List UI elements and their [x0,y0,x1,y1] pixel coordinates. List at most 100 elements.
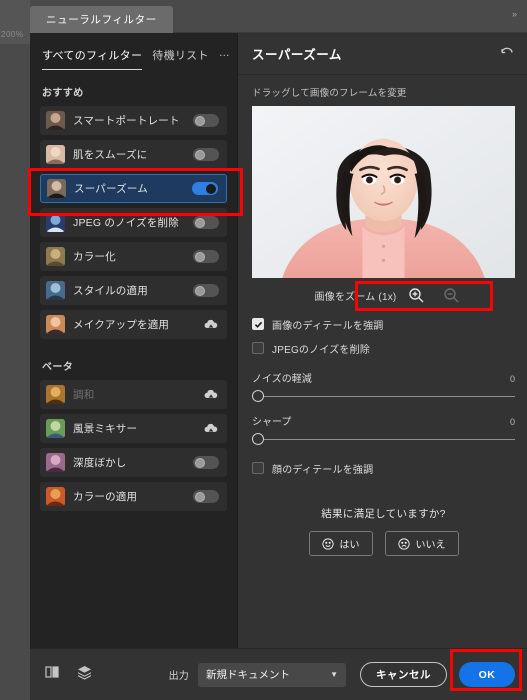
color-transfer-thumb [46,487,65,506]
filter-toggle[interactable] [193,216,219,229]
cloud-download-icon[interactable] [203,422,219,436]
page-title: スーパーズーム [252,48,342,62]
filter-row-control [193,456,219,469]
filter-settings-header: スーパーズーム [238,33,527,75]
filter-row[interactable]: 調和 [40,380,227,409]
zoom-controls-row: 画像をズーム (1x) [252,278,515,312]
feedback-section: 結果に満足していますか? はい いいえ [252,506,515,556]
feedback-no-button[interactable]: いいえ [384,531,459,556]
panel-footer: 出力 新規ドキュメント ▼ キャンセル OK [30,648,527,700]
filter-row[interactable]: スタイルの適用 [40,276,227,305]
slider-thumb[interactable] [252,433,264,445]
slider-value: 0 [509,417,515,427]
filter-row[interactable]: カラー化 [40,242,227,271]
zoom-image-label: 画像をズーム (1x) [314,291,397,303]
layers-stack-icon[interactable] [76,664,93,686]
panel-main: すべてのフィルター 待機リスト … おすすめ スマートポートレート肌をスムーズに… [30,33,527,648]
document-zoom-level: 200% [1,30,24,39]
filter-row[interactable]: メイクアップを適用 [40,310,227,339]
slider-track[interactable] [252,389,515,403]
output-select[interactable]: 新規ドキュメント ▼ [198,662,346,687]
feedback-question: 結果に満足していますか? [321,508,446,520]
option-checkbox-row[interactable]: JPEGのノイズを削除 [252,336,515,360]
ok-button[interactable]: OK [459,662,515,687]
undo-reset-icon[interactable] [499,43,515,64]
filter-toggle[interactable] [193,148,219,161]
filter-label: 深度ぼかし [73,457,127,469]
neural-filters-panel: すべてのフィルター 待機リスト … おすすめ スマートポートレート肌をスムーズに… [30,33,527,700]
filter-row[interactable]: スマートポートレート [40,106,227,135]
option-checkbox[interactable] [252,342,264,354]
feedback-yes-button[interactable]: はい [308,531,373,556]
filter-row-control [193,148,219,161]
neural-filters-window: 200% ニューラルフィルター » すべてのフィルター 待機リスト … おすすめ… [0,0,527,700]
smiley-sad-icon [397,537,410,550]
filter-row[interactable]: 肌をスムーズに [40,140,227,169]
slider-line [252,395,515,397]
filter-row-control [203,422,219,436]
option-checkbox[interactable] [252,318,264,330]
slider-track[interactable] [252,432,515,446]
smiley-happy-icon [321,537,334,550]
filter-label: 調和 [73,389,95,401]
feedback-yes-label: はい [339,540,360,551]
filter-row-control [193,114,219,127]
filter-row[interactable]: カラーの適用 [40,482,227,511]
image-preview[interactable] [252,106,515,278]
filter-label: スタイルの適用 [73,285,148,297]
filter-toggle[interactable] [192,182,218,195]
filter-row-control [193,284,219,297]
filter-row-control [203,388,219,402]
option-checkbox-label: JPEGのノイズを削除 [272,344,371,356]
filter-row[interactable]: 深度ぼかし [40,448,227,477]
filter-list-beta: 調和風景ミキサー 深度ぼかしカラーの適用 [30,380,237,516]
portrait-photo-preview [252,106,515,278]
slider: ノイズの軽減 0 [252,370,515,403]
adjustment-sliders: ノイズの軽減 0 シャープ 0 [252,370,515,446]
filter-label: JPEG のノイズを削除 [73,217,179,229]
slider-line [252,438,515,440]
filter-toggle[interactable] [193,250,219,263]
feedback-buttons: はい いいえ [252,531,515,556]
face-detail-checkbox[interactable] [252,462,264,474]
skin-face-thumb [46,145,65,164]
filter-toggle[interactable] [193,490,219,503]
tab-neural-filters[interactable]: ニューラルフィルター [30,6,173,33]
option-checkbox-row[interactable]: 画像のディテールを強調 [252,312,515,336]
tab-all-filters[interactable]: すべてのフィルター [42,47,143,70]
option-checkbox-label: 画像のディテールを強調 [272,320,384,332]
makeup-thumb [46,315,65,334]
filter-row-control [193,490,219,503]
cancel-button[interactable]: キャンセル [360,662,447,687]
filter-toggle[interactable] [193,114,219,127]
filter-label: 肌をスムーズに [73,149,148,161]
portrait-man-thumb [46,111,65,130]
filter-settings-body: ドラッグして画像のフレームを変更 画像をズーム (1x) 画像のディテールを強調… [238,75,527,648]
section-title-recommended: おすすめ [42,88,84,99]
filter-tabs-overflow[interactable]: … [219,47,231,65]
filter-row[interactable]: 風景ミキサー [40,414,227,443]
filter-row-control [203,318,219,332]
harmonization-thumb [46,385,65,404]
feedback-no-label: いいえ [415,540,446,551]
filter-label: 風景ミキサー [73,423,138,435]
filter-toggle[interactable] [193,456,219,469]
filter-row[interactable]: スーパーズーム [40,174,227,203]
face-detail-checkbox-row[interactable]: 顔のディテールを強調 [252,456,515,480]
double-chevron-right-icon[interactable]: » [507,8,521,20]
filter-toggle[interactable] [193,284,219,297]
colorize-thumb [46,247,65,266]
filter-label: スーパーズーム [74,183,148,195]
cloud-download-icon[interactable] [203,388,219,402]
magnifier-minus-icon[interactable] [443,287,460,304]
zoom-image-control[interactable]: 画像をズーム (1x) [307,284,434,307]
slider-thumb[interactable] [252,390,264,402]
before-after-compare-icon[interactable] [44,664,60,685]
magnifier-plus-icon[interactable] [408,287,425,304]
cloud-download-icon[interactable] [203,318,219,332]
section-title-beta: ベータ [42,362,74,373]
filter-row[interactable]: JPEG のノイズを削除 [40,208,227,237]
tab-waitlist[interactable]: 待機リスト [152,47,209,69]
filter-list-recommended: スマートポートレート肌をスムーズに スーパーズーム JPEG のノイズを削除カラー化… [30,106,237,344]
super-zoom-thumb [47,179,66,198]
